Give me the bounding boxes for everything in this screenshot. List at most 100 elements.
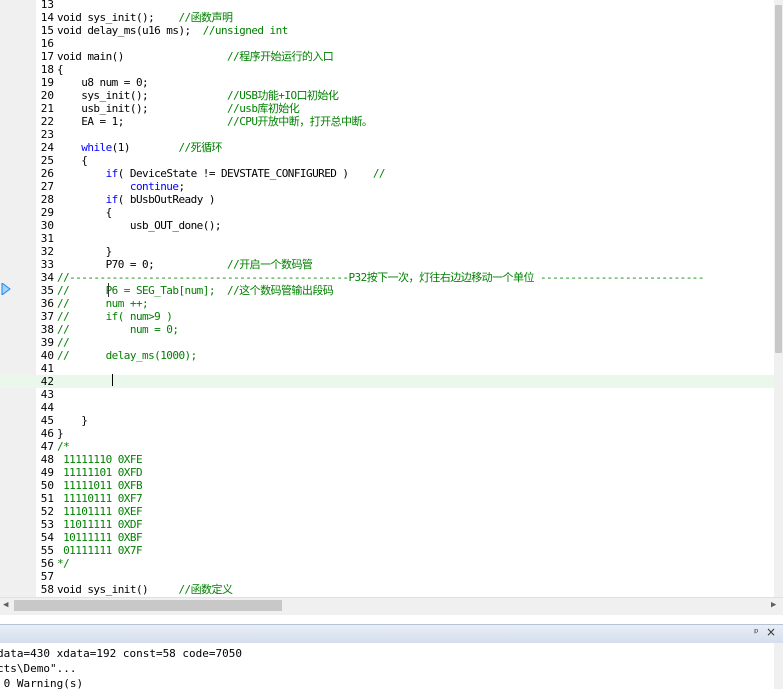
code-line[interactable]: 36// num ++;	[0, 297, 774, 310]
code-text: void sys_init(); //函数声明	[57, 11, 233, 24]
code-line[interactable]: 14 void sys_init(); //函数声明	[0, 11, 774, 24]
code-text: {	[57, 63, 64, 76]
code-line[interactable]: 53 11011111 0XDF	[0, 518, 774, 531]
code-text: 11110111 0XF7	[57, 492, 143, 505]
code-text: void delay_ms(u16 ms); //unsigned int	[57, 24, 288, 37]
code-text: 11111110 0XFE	[57, 453, 143, 466]
code-line[interactable]: 31	[0, 232, 774, 245]
scroll-right-arrow-icon[interactable]: ▶	[771, 601, 776, 610]
line-number: 45	[40, 414, 54, 427]
code-line[interactable]: 23	[0, 128, 774, 141]
line-number: 57	[40, 570, 54, 583]
code-line[interactable]: 24 while(1) //死循环	[0, 141, 774, 154]
line-number: 15	[40, 24, 54, 37]
code-line[interactable]: 21 usb_init(); //usb库初始化	[0, 102, 774, 115]
code-line[interactable]: 29 {	[0, 206, 774, 219]
build-output-titlebar	[0, 624, 783, 644]
code-text: {	[57, 206, 113, 219]
code-text: while(1) //死循环	[81, 141, 222, 154]
code-line[interactable]: 54 10111111 0XBF	[0, 531, 774, 544]
code-line[interactable]: 57	[0, 570, 774, 583]
code-text: // P6 = SEG_Tab[num]; //这个数码管输出段码	[57, 284, 334, 297]
code-line[interactable]: 16	[0, 37, 774, 50]
code-line[interactable]: 44	[0, 401, 774, 414]
code-line[interactable]: 56 */	[0, 557, 774, 570]
line-number: 43	[40, 388, 54, 401]
line-number: 39	[40, 336, 54, 349]
line-number: 26	[40, 167, 54, 180]
code-line[interactable]: 49 11111101 0XFD	[0, 466, 774, 479]
code-line[interactable]: 39//	[0, 336, 774, 349]
code-line[interactable]: 43	[0, 388, 774, 401]
code-text: /*	[57, 440, 70, 453]
code-line[interactable]: 41	[0, 362, 774, 375]
code-text: }	[57, 427, 64, 440]
code-line[interactable]: 34//------------------------------------…	[0, 271, 774, 284]
code-text: 01111111 0X7F	[57, 544, 143, 557]
code-text: //	[57, 336, 70, 349]
line-number: 23	[40, 128, 54, 141]
line-number: 47	[40, 440, 54, 453]
line-number: 18	[40, 63, 54, 76]
output-vertical-scrollbar[interactable]	[774, 643, 783, 689]
code-text: P70 = 0; //开启一个数码管	[57, 258, 313, 271]
code-line[interactable]: 35// P6 = SEG_Tab[num]; //这个数码管输出段码	[0, 284, 774, 297]
line-number: 27	[40, 180, 54, 193]
line-number: 34	[40, 271, 54, 284]
code-line[interactable]: 26 if( DeviceState != DEVSTATE_CONFIGURE…	[0, 167, 774, 180]
code-line[interactable]: 37// if( num>9 )	[0, 310, 774, 323]
line-number: 52	[40, 505, 54, 518]
code-line[interactable]: 50 11111011 0XFB	[0, 479, 774, 492]
code-text: */	[57, 557, 70, 570]
code-text: // num ++;	[57, 297, 149, 310]
code-text: 11011111 0XDF	[57, 518, 143, 531]
text-caret	[112, 374, 113, 386]
code-line[interactable]: 38// num = 0;	[0, 323, 774, 336]
line-number: 44	[40, 401, 54, 414]
horizontal-scroll-thumb[interactable]	[14, 600, 282, 611]
code-line[interactable]: 18{	[0, 63, 774, 76]
code-line[interactable]: 28 if( bUsbOutReady )	[0, 193, 774, 206]
code-text: EA = 1; //CPU开放中断，打开总中断。	[57, 115, 373, 128]
line-number: 49	[40, 466, 54, 479]
code-line[interactable]: 40// delay_ms(1000);	[0, 349, 774, 362]
pin-icon[interactable]: ᵖ	[754, 626, 759, 639]
code-line[interactable]: 13	[0, 0, 774, 11]
code-line[interactable]: 46}	[0, 427, 774, 440]
line-number: 35	[40, 284, 54, 297]
code-line[interactable]: 52 11101111 0XEF	[0, 505, 774, 518]
code-line[interactable]: 58 void sys_init() //函数定义	[0, 583, 774, 596]
line-number: 51	[40, 492, 54, 505]
scroll-left-arrow-icon[interactable]: ◀	[3, 601, 8, 610]
code-line[interactable]: 48 11111110 0XFE	[0, 453, 774, 466]
code-text: // delay_ms(1000);	[57, 349, 197, 362]
code-line[interactable]: 55 01111111 0X7F	[0, 544, 774, 557]
code-line[interactable]: 51 11110111 0XF7	[0, 492, 774, 505]
code-line[interactable]: 30 usb_OUT_done();	[0, 219, 774, 232]
output-line: 0 Warning(s)	[0, 677, 84, 689]
line-number: 30	[40, 219, 54, 232]
code-line[interactable]: 22 EA = 1; //CPU开放中断，打开总中断。	[0, 115, 774, 128]
code-line[interactable]: 19 u8 num = 0;	[0, 76, 774, 89]
code-line[interactable]: 25 {	[0, 154, 774, 167]
code-line[interactable]: 42	[0, 375, 774, 388]
code-line[interactable]: 32 }	[0, 245, 774, 258]
line-number: 38	[40, 323, 54, 336]
output-line: cts\Demo"...	[0, 662, 77, 675]
code-line[interactable]: 27 continue;	[0, 180, 774, 193]
line-number: 19	[40, 76, 54, 89]
code-line[interactable]: 20 sys_init(); //USB功能+IO口初始化	[0, 89, 774, 102]
code-line[interactable]: 17 void main() //程序开始运行的入口	[0, 50, 774, 63]
code-line[interactable]: 47/*	[0, 440, 774, 453]
code-text: sys_init(); //USB功能+IO口初始化	[57, 89, 339, 102]
close-icon[interactable]: ×	[766, 625, 776, 639]
code-line[interactable]: 45 }	[0, 414, 774, 427]
build-output-panel[interactable]: data=430 xdata=192 const=58 code=7050 ct…	[0, 643, 774, 689]
line-number: 48	[40, 453, 54, 466]
code-line[interactable]: 33 P70 = 0; //开启一个数码管	[0, 258, 774, 271]
vertical-scroll-thumb[interactable]	[775, 5, 782, 353]
code-text: 10111111 0XBF	[57, 531, 143, 544]
code-editor[interactable]: 13 14 void sys_init(); //函数声明 15 void delay_…	[0, 0, 774, 597]
code-text: usb_init(); //usb库初始化	[57, 102, 300, 115]
code-line[interactable]: 15 void delay_ms(u16 ms); //unsigned int	[0, 24, 774, 37]
